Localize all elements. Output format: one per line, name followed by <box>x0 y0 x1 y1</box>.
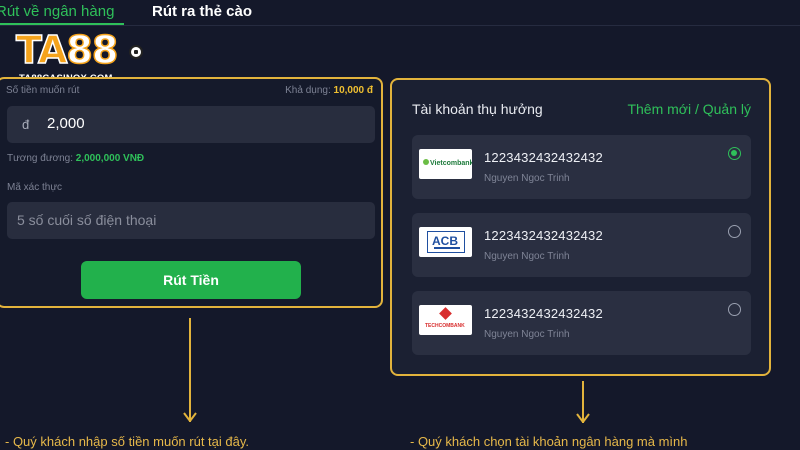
withdraw-tabs: Rút về ngân hàng Rút ra thẻ cào <box>0 0 800 26</box>
account-radio[interactable] <box>728 225 741 238</box>
currency-symbol: đ <box>22 117 30 132</box>
bank-account-item[interactable]: TECHCOMBANK 1223432432432432 Nguyen Ngoc… <box>412 291 751 355</box>
account-number: 1223432432432432 <box>484 228 603 243</box>
account-radio[interactable] <box>728 303 741 316</box>
bank-account-item[interactable]: Vietcombank 1223432432432432 Nguyen Ngoc… <box>412 135 751 199</box>
add-manage-link[interactable]: Thêm mới / Quản lý <box>627 101 751 117</box>
instruction-note-amount: - Quý khách nhập số tiền muốn rút tại đâ… <box>5 434 250 449</box>
available-balance: Khả dụng: 10,000 đ <box>285 85 373 96</box>
arrow-down-icon <box>183 318 197 422</box>
techcombank-logo: TECHCOMBANK <box>419 305 472 335</box>
verification-code-field <box>7 202 375 239</box>
arrow-down-icon <box>576 381 590 423</box>
soccer-ball-icon <box>129 45 143 59</box>
verification-code-label: Mã xác thực <box>7 182 63 193</box>
equivalent-amount: Tương đương: 2,000,000 VNĐ <box>7 153 145 164</box>
amount-value[interactable]: 2,000 <box>47 115 85 132</box>
amount-field[interactable]: đ 2,000 <box>7 106 375 143</box>
bank-account-item[interactable]: ACB 1223432432432432 Nguyen Ngoc Trinh <box>412 213 751 277</box>
logo-wordmark: TA88 <box>15 27 119 73</box>
beneficiary-title: Tài khoản thụ hưởng <box>412 101 543 117</box>
account-holder: Nguyen Ngoc Trinh <box>484 329 570 340</box>
withdraw-form-panel: Số tiền muốn rút Khả dụng: 10,000 đ đ 2,… <box>0 77 383 308</box>
amount-label: Số tiền muốn rút <box>6 85 80 96</box>
account-holder: Nguyen Ngoc Trinh <box>484 173 570 184</box>
beneficiary-panel: Tài khoản thụ hưởng Thêm mới / Quản lý V… <box>390 78 771 376</box>
vietcombank-logo: Vietcombank <box>419 149 472 179</box>
tab-bank-withdraw[interactable]: Rút về ngân hàng <box>0 3 114 20</box>
tabs-divider <box>0 25 800 26</box>
account-number: 1223432432432432 <box>484 306 603 321</box>
acb-logo: ACB <box>419 227 472 257</box>
tab-card-withdraw[interactable]: Rút ra thẻ cào <box>152 3 252 20</box>
account-holder: Nguyen Ngoc Trinh <box>484 251 570 262</box>
account-radio-selected[interactable] <box>728 147 741 160</box>
withdraw-button[interactable]: Rút Tiền <box>81 261 301 299</box>
verification-code-input[interactable] <box>17 210 357 230</box>
account-number: 1223432432432432 <box>484 150 603 165</box>
instruction-note-account: - Quý khách chọn tài khoản ngân hàng mà … <box>410 434 688 449</box>
